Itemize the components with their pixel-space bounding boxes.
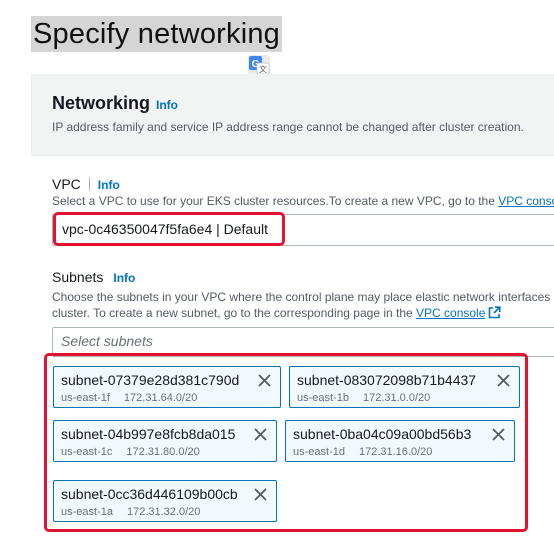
svg-text:文: 文 — [259, 64, 267, 74]
page-title: Specify networking — [31, 16, 282, 52]
networking-title: Networking — [52, 93, 151, 113]
vpc-highlight-box — [53, 212, 285, 246]
subnets-vpc-console-link[interactable]: VPC console — [416, 306, 485, 320]
label-divider — [88, 177, 90, 191]
vpc-console-link[interactable]: VPC console — [498, 194, 554, 208]
subnets-description-line1: Choose the subnets in your VPC where the… — [52, 290, 551, 304]
subnets-description-text: cluster. To create a new subnet, go to t… — [52, 306, 413, 320]
vpc-description-text: Select a VPC to use for your EKS cluster… — [52, 194, 495, 208]
vpc-description: Select a VPC to use for your EKS cluster… — [52, 193, 554, 209]
vpc-label: VPC — [52, 176, 81, 192]
external-link-icon[interactable] — [488, 306, 502, 319]
subnets-description-line2: cluster. To create a new subnet, go to t… — [52, 305, 502, 321]
networking-info-link[interactable]: Info — [156, 98, 178, 112]
subnets-label-row: Subnets Info — [52, 269, 135, 285]
subnets-label: Subnets — [52, 269, 104, 285]
networking-header: Networking Info — [52, 93, 552, 114]
subnets-placeholder: Select subnets — [61, 333, 153, 349]
vpc-info-link[interactable]: Info — [98, 178, 120, 192]
subnets-highlight-box — [44, 353, 528, 532]
vpc-label-row: VPC Info — [52, 176, 120, 192]
networking-description: IP address family and service IP address… — [52, 120, 524, 134]
subnets-info-link[interactable]: Info — [113, 271, 135, 285]
google-translate-icon[interactable]: G 文 — [248, 55, 270, 75]
